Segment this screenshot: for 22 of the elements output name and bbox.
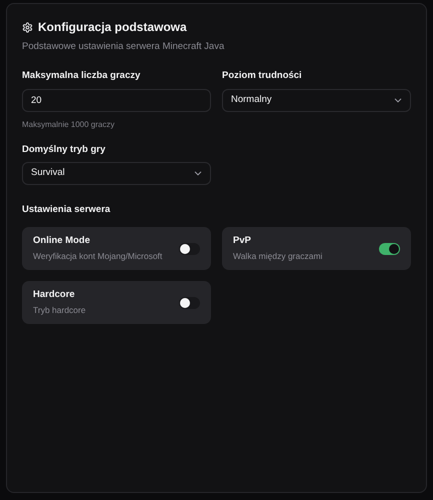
- field-label: Domyślny tryb gry: [22, 142, 106, 156]
- section-subtitle: Podstawowe ustawienia serwera Minecraft Java: [22, 40, 226, 54]
- setting-description: Walka między graczami: [233, 250, 322, 263]
- chevron-down-icon: [194, 170, 202, 176]
- help-text: Maksymalnie 1000 graczy: [22, 118, 114, 130]
- setting-description: Tryb hardcore: [33, 304, 86, 317]
- section-heading: Ustawienia serwera: [22, 202, 110, 217]
- settings-icon: [22, 22, 33, 32]
- dropdown[interactable]: Survival: [22, 162, 211, 185]
- setting-label: Online Mode: [33, 234, 91, 248]
- setting-description: Weryfikacja kont Mojang/Microsoft: [33, 250, 162, 263]
- toggle-switch[interactable]: [179, 242, 200, 254]
- dropdown[interactable]: Normalny: [222, 88, 411, 112]
- toggle-switch[interactable]: [379, 242, 400, 254]
- toggle-switch[interactable]: [179, 296, 200, 308]
- setting-label: Hardcore: [33, 288, 76, 302]
- setting-label: PvP: [233, 234, 252, 248]
- chevron-down-icon: [394, 98, 402, 102]
- field-label: Maksymalna liczba graczy: [22, 69, 140, 84]
- field-label: Poziom trudności: [222, 69, 302, 84]
- section-title: Konfiguracja podstawowa: [38, 19, 187, 36]
- number-input[interactable]: 20: [22, 88, 211, 112]
